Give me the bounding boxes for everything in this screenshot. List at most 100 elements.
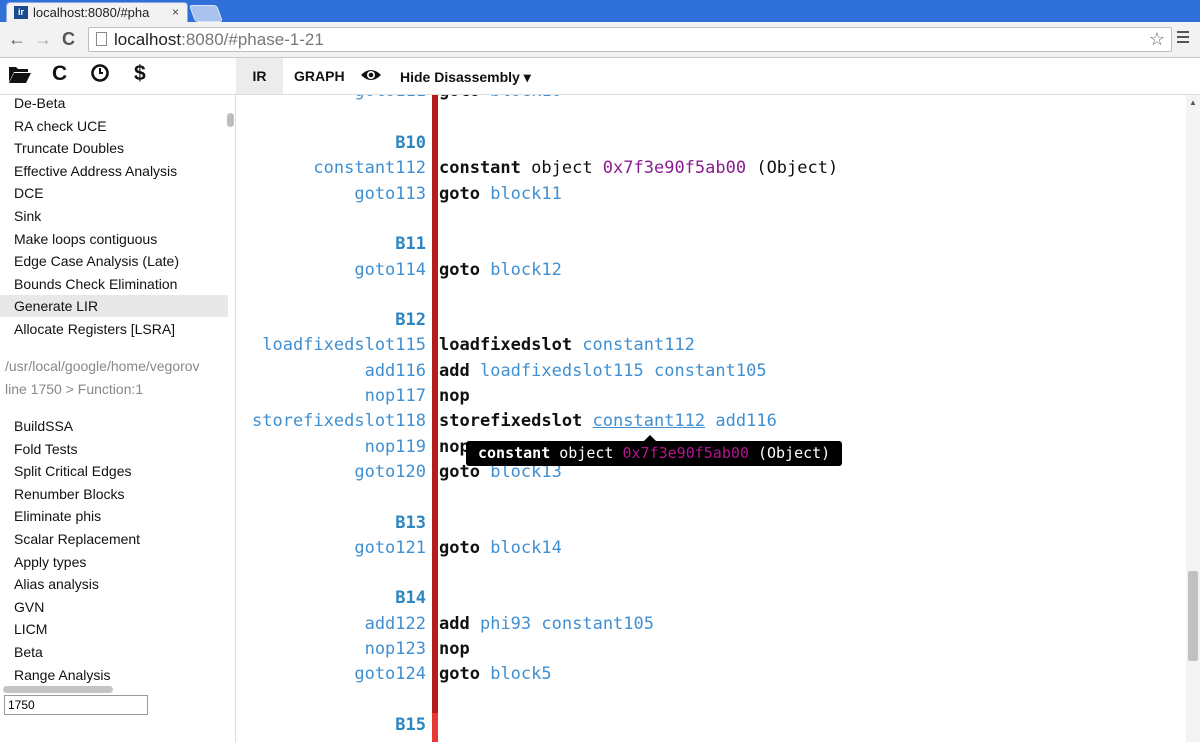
operand-link[interactable]: constant105	[654, 361, 767, 381]
block-header[interactable]: B15	[395, 715, 426, 735]
block-header[interactable]: B12	[395, 310, 426, 330]
instruction: goto block12	[439, 260, 562, 280]
opcode: add	[439, 613, 470, 634]
pass-item[interactable]: Make loops contiguous	[14, 231, 157, 247]
instruction-label[interactable]: constant112	[313, 158, 426, 178]
instruction-label[interactable]: goto120	[354, 462, 426, 482]
instruction-label[interactable]: nop123	[365, 639, 426, 659]
pass-item[interactable]: Eliminate phis	[14, 508, 101, 524]
reload-app-icon[interactable]: C	[52, 62, 67, 86]
pass-item[interactable]: Allocate Registers [LSRA]	[14, 321, 175, 337]
sidebar-scrollbar-thumb[interactable]	[227, 113, 234, 127]
opcode: add	[439, 360, 470, 381]
operand-text	[644, 361, 654, 381]
operand-link[interactable]: block14	[490, 538, 562, 558]
instruction: goto block10	[439, 95, 562, 101]
folder-icon[interactable]	[8, 64, 32, 90]
operand-text	[705, 411, 715, 431]
instruction: constant object 0x7f3e90f5ab00 (Object)	[439, 158, 838, 178]
close-tab-icon[interactable]: ×	[172, 5, 179, 19]
pass-item[interactable]: Sink	[14, 208, 41, 224]
address-bar[interactable]: localhost:8080/#phase-1-21 ☆	[88, 27, 1172, 52]
operand-link[interactable]: constant112	[582, 335, 695, 355]
forward-icon[interactable]: →	[34, 28, 52, 50]
pass-item[interactable]: GVN	[14, 599, 44, 615]
operand-link[interactable]: block5	[490, 664, 551, 684]
pass-item[interactable]: Beta	[14, 644, 43, 660]
instruction-label[interactable]: goto121	[354, 538, 426, 558]
pass-item[interactable]: LICM	[14, 621, 47, 637]
opcode: nop	[439, 386, 470, 406]
instruction-label[interactable]: add116	[365, 361, 426, 381]
instruction: add phi93 constant105	[439, 614, 654, 634]
pass-item[interactable]: Truncate Doubles	[14, 140, 124, 156]
eye-icon[interactable]	[360, 68, 382, 87]
tab-ir[interactable]: IR	[236, 58, 283, 94]
instruction-label[interactable]: nop117	[365, 386, 426, 406]
address-value: 0x7f3e90f5ab00	[602, 158, 747, 179]
pass-item[interactable]: Bounds Check Elimination	[14, 276, 177, 292]
hide-disassembly-dropdown[interactable]: Hide Disassembly ▾	[400, 58, 531, 95]
operand-link-hovered[interactable]: constant112	[593, 411, 706, 431]
pass-item[interactable]: Alias analysis	[14, 576, 99, 592]
scroll-up-arrow-icon[interactable]: ▲	[1189, 98, 1197, 107]
block-header[interactable]: B14	[395, 588, 426, 608]
opcode: storefixedslot	[439, 411, 583, 432]
tab-graph[interactable]: GRAPH	[294, 58, 345, 94]
instruction-label[interactable]: goto114	[354, 260, 426, 280]
browser-tab[interactable]: ir localhost:8080/#pha ×	[6, 2, 188, 22]
operand-link[interactable]: block11	[490, 184, 562, 204]
pass-item[interactable]: DCE	[14, 185, 44, 201]
pass-item[interactable]: Fold Tests	[14, 441, 78, 457]
pass-item[interactable]: Edge Case Analysis (Late)	[14, 253, 179, 269]
instruction-label[interactable]: nop119	[365, 437, 426, 457]
opcode: constant	[439, 158, 521, 179]
block-header[interactable]: B10	[395, 133, 426, 153]
back-icon[interactable]: ←	[8, 28, 26, 50]
new-tab-button[interactable]	[188, 5, 224, 22]
clock-icon[interactable]	[90, 63, 110, 89]
instruction-label[interactable]: add122	[365, 614, 426, 634]
tooltip-tail: (Object)	[748, 444, 831, 462]
operand-link[interactable]: block12	[490, 260, 562, 280]
block-gutter-bar	[432, 95, 438, 742]
reload-icon[interactable]: C	[62, 28, 75, 50]
block-header[interactable]: B11	[395, 234, 426, 254]
block-header[interactable]: B13	[395, 513, 426, 533]
instruction: goto block5	[439, 664, 552, 684]
operand-link[interactable]: phi93	[480, 614, 531, 634]
tab-strip: ir localhost:8080/#pha ×	[0, 0, 1200, 22]
bookmark-star-icon[interactable]: ☆	[1149, 29, 1165, 50]
pass-item[interactable]: Effective Address Analysis	[14, 163, 177, 179]
line-search-input[interactable]	[4, 695, 148, 715]
page-scrollbar-thumb[interactable]	[1188, 571, 1198, 661]
pass-item[interactable]: Generate LIR	[0, 295, 228, 318]
pass-item[interactable]: Apply types	[14, 554, 86, 570]
source-path: /usr/local/google/home/vegorov	[5, 358, 200, 374]
instruction-label[interactable]: goto113	[354, 184, 426, 204]
tab-title: localhost:8080/#pha	[33, 5, 150, 20]
pass-item[interactable]: BuildSSA	[14, 418, 73, 434]
instruction-label[interactable]: loadfixedslot115	[262, 335, 426, 355]
instruction-label[interactable]: goto124	[354, 664, 426, 684]
dollar-icon[interactable]: $	[134, 62, 146, 86]
pass-item[interactable]: De-Beta	[14, 95, 65, 111]
operand-link[interactable]: loadfixedslot115	[480, 361, 644, 381]
operand-link[interactable]: constant105	[541, 614, 654, 634]
operand-text: (Object)	[746, 158, 839, 179]
instruction-label[interactable]: storefixedslot118	[252, 411, 426, 431]
instruction: add loadfixedslot115 constant105	[439, 361, 767, 381]
pass-item[interactable]: RA check UCE	[14, 118, 107, 134]
sidebar-hscrollbar-thumb[interactable]	[3, 686, 113, 693]
pass-item[interactable]: Renumber Blocks	[14, 486, 125, 502]
operand-link[interactable]: add116	[715, 411, 776, 431]
instruction: loadfixedslot constant112	[439, 335, 695, 355]
page-scrollbar[interactable]: ▲	[1186, 95, 1200, 742]
chrome-menu-icon[interactable]	[1177, 31, 1189, 46]
pass-item[interactable]: Scalar Replacement	[14, 531, 140, 547]
operand-text: object	[531, 158, 603, 179]
url-text[interactable]: localhost:8080/#phase-1-21	[114, 30, 324, 50]
pass-item[interactable]: Split Critical Edges	[14, 463, 132, 479]
pass-item[interactable]: Range Analysis	[14, 667, 111, 683]
instruction-label[interactable]: goto111	[354, 95, 426, 101]
